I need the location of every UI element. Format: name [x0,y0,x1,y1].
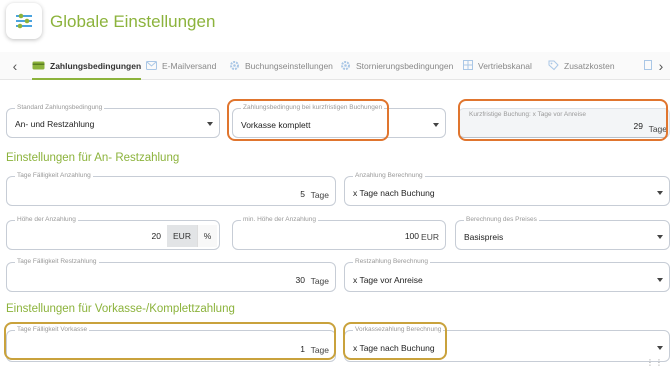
chevron-down-icon [433,123,439,127]
page-title: Globale Einstellungen [50,12,216,31]
tab-buchungseinstellungen[interactable]: Buchungseinstellungen [229,52,333,80]
tab-label: Vertriebskanal [478,61,532,71]
tab-label: Zahlungsbedingungen [50,61,142,71]
tab-bar: ‹ Zahlungsbedingungen E-Mailversand Buch… [0,52,670,80]
chevron-down-icon [207,122,213,126]
gear-icon [229,60,240,73]
hoehe-anzahlung-input[interactable]: Höhe der Anzahlung 20 EUR % [6,216,220,250]
gear-icon [340,60,351,73]
berechnung-preises-select[interactable]: Berechnung des Preises Basispreis [455,216,670,250]
tab-label: Zusatzkosten [564,61,615,71]
sliders-icon [6,3,42,39]
chevron-down-icon [657,235,663,239]
unit-percent-toggle[interactable]: % [197,225,217,247]
tage-faelligkeit-vorkasse-input[interactable]: Tage Fälligkeit Vorkasse 1 Tage [6,326,336,362]
min-hoehe-anzahlung-input[interactable]: min. Höhe der Anzahlung 100 EUR [232,216,446,250]
anzahlung-berechnung-select[interactable]: Anzahlung Berechnung x Tage nach Buchung [344,172,670,206]
tab-vertriebskanal[interactable]: Vertriebskanal [463,52,532,80]
tage-faelligkeit-anzahlung-input[interactable]: Tage Fälligkeit Anzahlung 5 Tage [6,172,336,206]
tab-scroll-left-icon[interactable]: ‹ [6,52,24,80]
tab-e-mailversand[interactable]: E-Mailversand [146,52,216,80]
unit-eur-toggle[interactable]: EUR [167,225,197,247]
section-title-vorkasse: Einstellungen für Vorkasse-/Komplettzahl… [6,303,235,315]
tab-zusatzkosten[interactable]: Zusatzkosten [548,52,615,80]
mail-icon [146,60,157,72]
tab-label: Stornierungsbedingungen [356,61,454,71]
tab-label: Buchungseinstellungen [245,61,333,71]
resize-grip-icon[interactable]: ⋮⋮ [646,358,664,367]
tag-icon [548,60,559,73]
page-header: Globale Einstellungen [0,0,670,46]
section-title-anrest: Einstellungen für An- Restzahlung [6,152,180,164]
tab-stornierungsbedingungen[interactable]: Stornierungsbedingungen [340,52,453,80]
payment-icon [32,60,45,72]
chevron-down-icon [657,278,663,282]
restzahlung-berechnung-select[interactable]: Restzahlung Berechnung x Tage vor Anreis… [344,258,670,292]
grid-icon [463,60,473,72]
chevron-down-icon [657,346,663,350]
chevron-down-icon [657,191,663,195]
standard-zahlungsbedingung-select[interactable]: Standard Zahlungsbedingung An- und Restz… [6,104,220,138]
vorkasse-berechnung-select[interactable]: Vorkassezahlung Berechnung x Tage nach B… [344,326,670,362]
tab-label: E-Mailversand [162,61,217,71]
tab-zahlungsbedingungen[interactable]: Zahlungsbedingungen [32,52,142,80]
kurzfristige-buchung-tage-input[interactable]: Kurzfristige Buchung: x Tage vor Anreise… [458,108,670,138]
kurzfristige-zahlungsbedingung-select[interactable]: Zahlungsbedingung bei kurzfristigen Buch… [232,104,446,138]
tab-scroll-right-icon[interactable]: › [652,52,670,80]
tage-faelligkeit-restzahlung-input[interactable]: Tage Fälligkeit Restzahlung 30 Tage [6,258,336,292]
